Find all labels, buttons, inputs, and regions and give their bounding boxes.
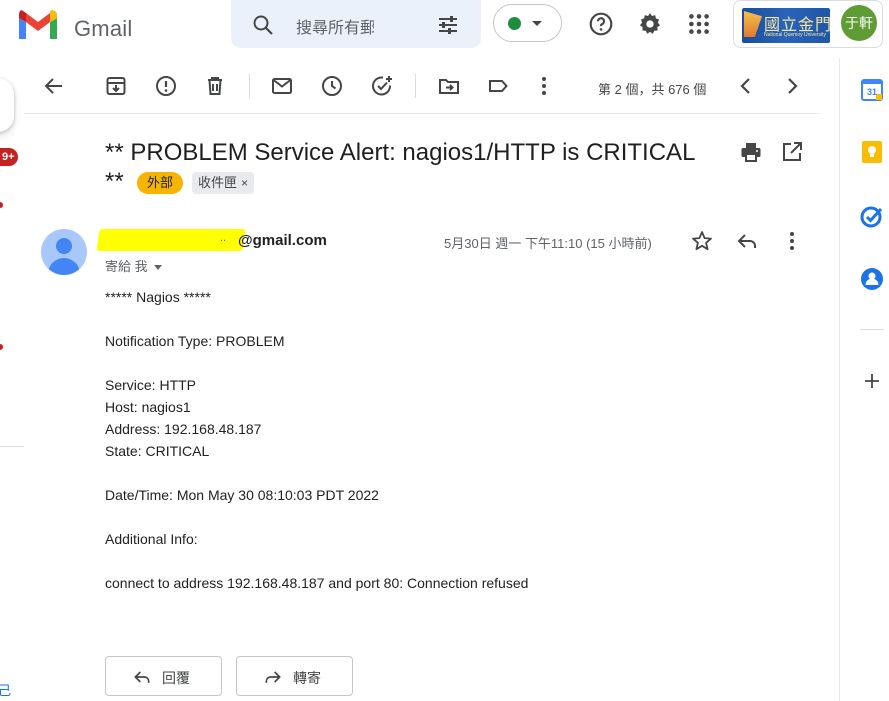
message-toolbar: 第 2 個，共 676 個 xyxy=(24,58,820,114)
body-line: Service: HTTP xyxy=(105,377,197,393)
forward-button[interactable]: 轉寄 xyxy=(236,656,353,696)
external-label-badge: 外部 xyxy=(137,172,184,194)
recipient-details[interactable]: 寄給 我 xyxy=(105,256,162,275)
message-body: ***** Nagios ***** Notification Type: PR… xyxy=(105,286,805,594)
star-icon[interactable] xyxy=(690,229,714,253)
archive-icon[interactable] xyxy=(104,74,128,98)
chevron-right-icon[interactable] xyxy=(780,74,804,98)
divider xyxy=(0,446,24,447)
divider xyxy=(860,329,884,330)
body-line xyxy=(105,550,805,572)
body-line: Notification Type: PROBLEM xyxy=(105,333,285,349)
forward-icon xyxy=(265,671,281,683)
tasks-icon[interactable] xyxy=(860,204,884,228)
pagination-counter: 第 2 個，共 676 個 xyxy=(598,82,707,97)
chevron-down-icon[interactable] xyxy=(153,265,162,271)
search-icon[interactable] xyxy=(251,13,275,37)
svg-text:31: 31 xyxy=(867,87,877,97)
notification-dot xyxy=(0,202,3,208)
organization-subtitle: National Quemoy University xyxy=(764,32,826,38)
mark-unread-mail-icon[interactable] xyxy=(270,74,294,98)
reply-label: 回覆 xyxy=(162,670,190,686)
account-avatar[interactable]: 于軒 xyxy=(841,5,877,41)
body-line xyxy=(105,308,805,330)
body-line: Additional Info: xyxy=(105,531,198,547)
add-icon[interactable] xyxy=(860,369,884,393)
reply-icon xyxy=(134,671,150,683)
sender-avatar[interactable] xyxy=(41,229,87,275)
top-bar: Gmail 搜尋所有郵件 xyxy=(0,0,889,50)
body-line xyxy=(105,506,805,528)
body-line: ***** Nagios ***** xyxy=(105,289,211,305)
side-panel: 31 xyxy=(839,58,889,701)
message-date: 5月30日 週一 下午11:10 (15 小時前) xyxy=(444,236,652,251)
search-bar[interactable]: 搜尋所有郵件 xyxy=(231,0,481,48)
left-rail-link[interactable]: 己 xyxy=(0,680,11,699)
body-line xyxy=(105,352,805,374)
body-line xyxy=(105,462,805,484)
print-icon[interactable] xyxy=(739,140,763,164)
more-vert-icon[interactable] xyxy=(780,229,804,253)
recipient-text: 寄給 我 xyxy=(105,259,148,274)
label-tag-icon[interactable] xyxy=(486,74,510,98)
snooze-clock-icon[interactable] xyxy=(320,74,344,98)
status-active-dot xyxy=(508,17,521,30)
move-to-folder-icon[interactable] xyxy=(437,74,461,98)
toolbar-divider xyxy=(249,74,250,98)
gmail-m-icon xyxy=(19,10,57,40)
body-line: connect to address 192.168.48.187 and po… xyxy=(105,575,529,591)
more-vert-icon[interactable] xyxy=(532,74,556,98)
left-navigation-rail: 9+ 己 xyxy=(0,50,24,701)
forward-label: 轉寄 xyxy=(293,670,321,686)
open-in-new-window-icon[interactable] xyxy=(780,140,804,164)
sender-redacted-dots: .. xyxy=(220,232,227,244)
reply-icon[interactable] xyxy=(735,229,759,253)
body-line: Date/Time: Mon May 30 08:10:03 PDT 2022 xyxy=(105,487,379,503)
settings-gear-icon[interactable] xyxy=(637,11,663,37)
sender-email[interactable]: @gmail.com xyxy=(238,232,327,249)
apps-grid-icon[interactable] xyxy=(686,11,712,37)
add-to-tasks-icon[interactable] xyxy=(370,74,394,98)
back-arrow-icon[interactable] xyxy=(42,74,66,98)
notification-dot xyxy=(0,344,3,350)
gmail-logo[interactable]: Gmail xyxy=(16,6,146,42)
remove-label-icon[interactable]: × xyxy=(241,176,248,190)
toolbar-divider xyxy=(415,74,416,98)
inbox-label-text: 收件匣 xyxy=(198,175,238,190)
body-line: Host: nagios1 xyxy=(105,399,191,415)
keep-notes-icon[interactable] xyxy=(860,140,884,164)
body-line: State: CRITICAL xyxy=(105,443,210,459)
calendar-icon[interactable]: 31 xyxy=(860,78,884,102)
delete-trash-icon[interactable] xyxy=(203,74,227,98)
reply-button[interactable]: 回覆 xyxy=(105,656,222,696)
chevron-down-icon xyxy=(532,21,542,26)
app-name: Gmail xyxy=(74,16,133,41)
help-icon[interactable] xyxy=(588,11,614,37)
chevron-left-icon[interactable] xyxy=(734,74,758,98)
compose-button[interactable] xyxy=(0,78,14,132)
contacts-icon[interactable] xyxy=(860,267,884,291)
search-input[interactable]: 搜尋所有郵件 xyxy=(296,14,374,38)
status-selector[interactable] xyxy=(493,4,562,42)
email-subject-line: ** PROBLEM Service Alert: nagios1/HTTP i… xyxy=(105,139,696,166)
inbox-label-chip[interactable]: 收件匣 × xyxy=(192,172,255,194)
unread-count-badge: 9+ xyxy=(0,148,18,166)
organization-logo: 國立金門大學 National Quemoy University xyxy=(742,8,830,43)
email-subject-line: ** xyxy=(105,168,124,195)
body-line: Address: 192.168.48.187 xyxy=(105,421,262,437)
report-spam-icon[interactable] xyxy=(154,74,178,98)
search-options-icon[interactable] xyxy=(436,13,460,37)
